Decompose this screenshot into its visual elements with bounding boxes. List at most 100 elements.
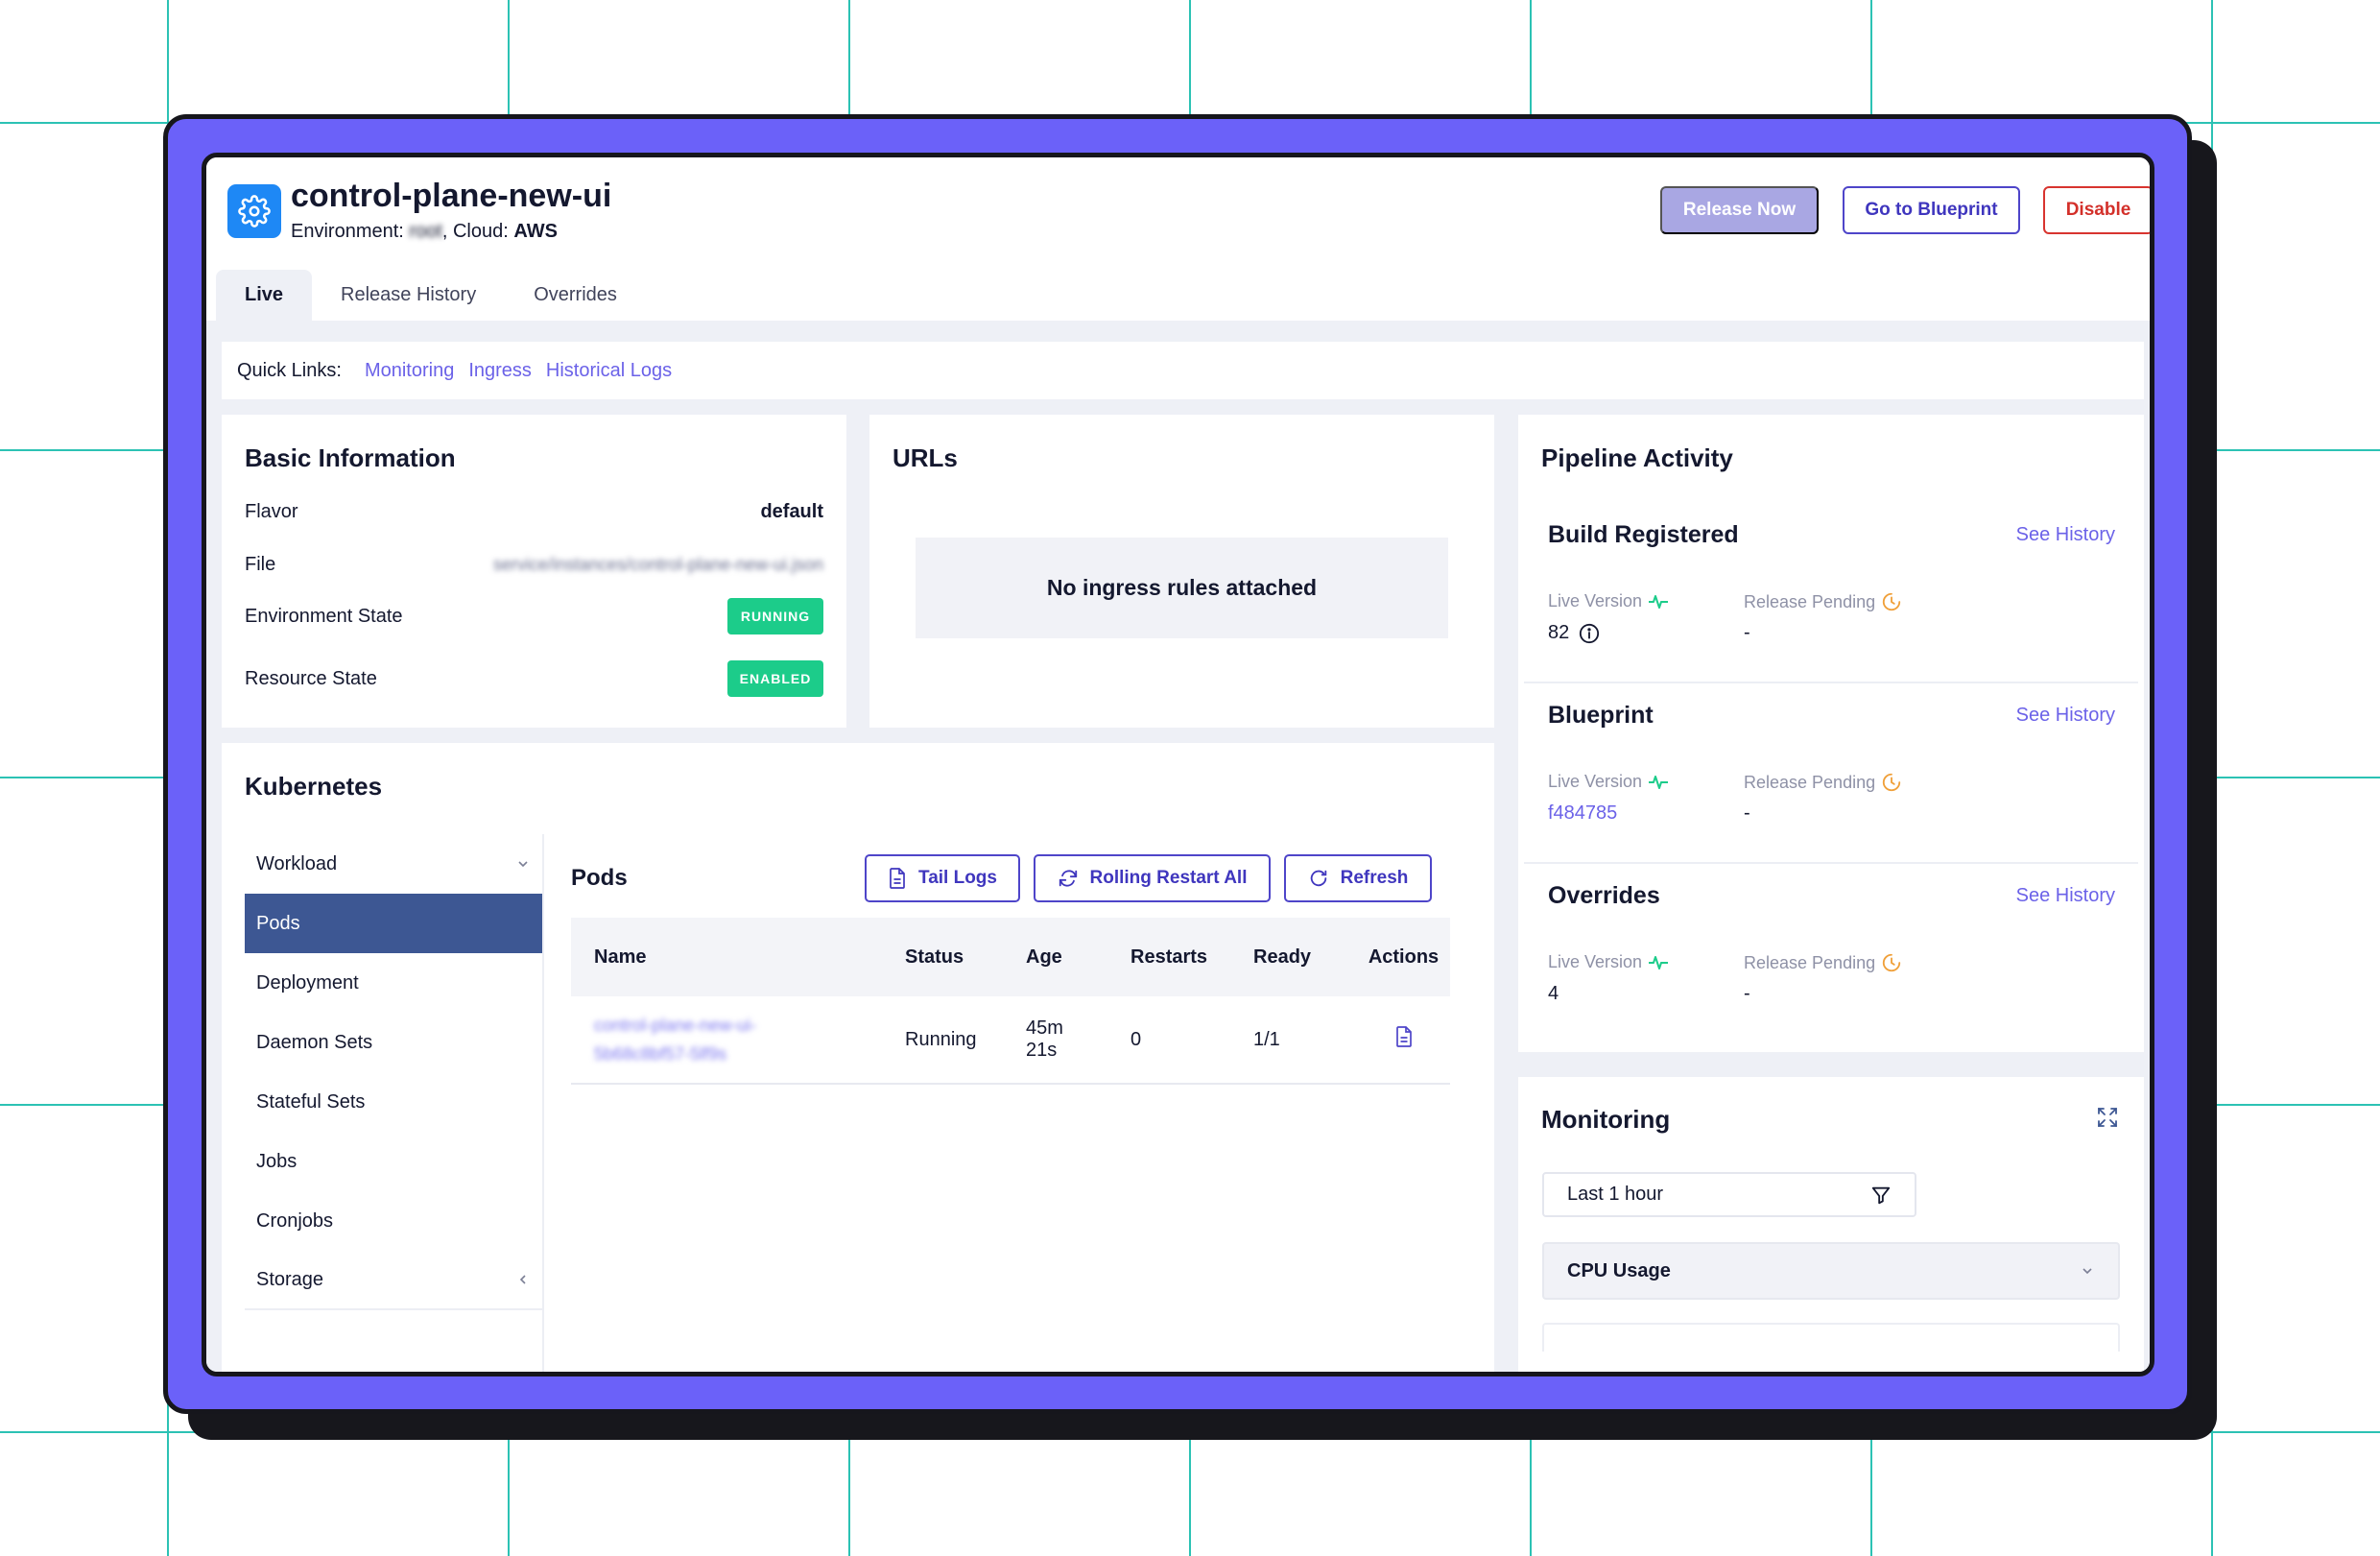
quick-link-ingress[interactable]: Ingress [468, 360, 532, 382]
cloud-value: AWS [513, 221, 558, 242]
table-row: control-plane-new-ui- 5b68c8bf57-5lf9s R… [571, 996, 1450, 1085]
info-label: File [245, 554, 276, 575]
metric-value: CPU Usage [1567, 1259, 1671, 1281]
info-row-resource-state: Resource State ENABLED [245, 660, 823, 697]
nav-item-daemon-sets[interactable]: Daemon Sets [245, 1013, 542, 1072]
nav-item-deployment[interactable]: Deployment [245, 953, 542, 1013]
refresh-icon [1059, 870, 1077, 887]
nav-item-jobs[interactable]: Jobs [245, 1132, 542, 1191]
cloud-label: , Cloud: [441, 221, 509, 242]
nav-item-workload[interactable]: Workload [245, 834, 542, 894]
file-icon[interactable] [1394, 1026, 1414, 1047]
app-frame: control-plane-new-ui Environment: root, … [163, 114, 2192, 1414]
column-header-ready: Ready [1253, 946, 1312, 968]
urls-title: URLs [892, 443, 958, 472]
live-version-label: Live Version [1548, 591, 1669, 611]
header: control-plane-new-ui Environment: root, … [206, 157, 2150, 321]
tail-logs-label: Tail Logs [918, 868, 997, 888]
info-row-environment-state: Environment State RUNNING [245, 598, 823, 634]
tab-live[interactable]: Live [216, 270, 313, 321]
pods-table: Name Status Age Restarts Ready Actions c… [571, 918, 1450, 1085]
environment-value: root [409, 221, 442, 242]
nav-item-pods[interactable]: Pods [245, 894, 542, 953]
nav-item-storage[interactable]: Storage [245, 1251, 542, 1310]
chart-panel [1542, 1323, 2120, 1352]
tab-overrides[interactable]: Overrides [505, 270, 646, 321]
gear-icon [238, 195, 271, 227]
chevron-left-icon [519, 1275, 526, 1284]
chevron-down-icon [2082, 1268, 2092, 1275]
status-badge: RUNNING [727, 598, 823, 634]
live-version-number: 82 [1548, 622, 1570, 643]
nav-item-cronjobs[interactable]: Cronjobs [245, 1191, 542, 1251]
release-pending-text: Release Pending [1744, 591, 1876, 611]
pulse-icon [1649, 775, 1669, 789]
pipeline-section-overrides: Overrides See History Live Version Relea… [1524, 864, 2138, 1042]
pulse-icon [1649, 955, 1669, 970]
live-version-link[interactable]: f484785 [1548, 802, 1617, 825]
environment-label: Environment: [291, 221, 404, 242]
disable-button[interactable]: Disable [2043, 186, 2150, 234]
pod-actions-cell [1357, 1026, 1450, 1053]
quick-links-label: Quick Links: [237, 359, 342, 381]
column-header-name: Name [594, 946, 647, 968]
clock-icon [1882, 592, 1901, 611]
see-history-link[interactable]: See History [2016, 885, 2115, 907]
nav-item-stateful-sets[interactable]: Stateful Sets [245, 1072, 542, 1132]
release-pending-value: - [1744, 622, 1750, 643]
info-label: Environment State [245, 605, 403, 627]
release-now-button[interactable]: Release Now [1660, 186, 1819, 234]
nav-item-label: Pods [256, 912, 300, 934]
page-title: control-plane-new-ui [291, 178, 612, 214]
rolling-restart-all-button[interactable]: Rolling Restart All [1034, 854, 1271, 902]
quick-link-monitoring[interactable]: Monitoring [365, 360, 454, 382]
monitoring-card: Monitoring Last 1 hour CPU Usage [1518, 1077, 2144, 1372]
pod-status-cell: Running [905, 1028, 977, 1050]
urls-card: URLs No ingress rules attached [869, 415, 1494, 728]
tab-release-history[interactable]: Release History [312, 270, 505, 321]
expand-icon[interactable] [2096, 1106, 2119, 1129]
nav-divider [542, 834, 544, 1372]
nav-item-label: Storage [256, 1268, 324, 1290]
tail-logs-button[interactable]: Tail Logs [865, 854, 1020, 902]
section-title: Blueprint [1548, 702, 1654, 729]
content-area: Quick Links: Monitoring Ingress Historic… [206, 321, 2150, 1372]
refresh-button[interactable]: Refresh [1284, 854, 1432, 902]
app-icon [227, 184, 281, 238]
release-pending-value: - [1744, 802, 1750, 824]
pipeline-section-build-registered: Build Registered See History Live Versio… [1524, 503, 2138, 682]
chevron-down-icon [518, 861, 528, 868]
column-header-restarts: Restarts [1130, 946, 1208, 968]
release-pending-text: Release Pending [1744, 952, 1876, 972]
info-row-flavor: Flavor default [245, 501, 823, 523]
go-to-blueprint-button[interactable]: Go to Blueprint [1843, 186, 2020, 234]
column-header-status: Status [905, 946, 964, 968]
release-pending-text: Release Pending [1744, 772, 1876, 792]
column-header-age: Age [1026, 946, 1062, 968]
pipeline-activity-card: Pipeline Activity Build Registered See H… [1518, 415, 2144, 1052]
info-label: Resource State [245, 667, 377, 689]
live-version-text: Live Version [1548, 952, 1643, 971]
quick-link-historical-logs[interactable]: Historical Logs [546, 360, 672, 382]
live-version-value: 82 [1548, 622, 1600, 644]
status-badge: ENABLED [727, 660, 823, 697]
pod-name-line: control-plane-new-ui- [594, 1016, 757, 1035]
clock-icon [1882, 953, 1901, 972]
pod-name-cell[interactable]: control-plane-new-ui- 5b68c8bf57-5lf9s [571, 1011, 905, 1068]
live-version-text: Live Version [1548, 591, 1643, 610]
refresh-label: Refresh [1340, 868, 1409, 888]
nav-item-label: Cronjobs [256, 1209, 334, 1232]
kubernetes-nav: Workload Pods Deployment Daemon Sets Sta… [245, 834, 542, 1310]
nav-item-label: Daemon Sets [256, 1031, 373, 1053]
filter-icon [1871, 1186, 1891, 1204]
pod-age-line: 45m [1026, 1017, 1063, 1039]
see-history-link[interactable]: See History [2016, 705, 2115, 727]
section-title: Build Registered [1548, 521, 1739, 548]
nav-item-label: Workload [256, 852, 338, 874]
see-history-link[interactable]: See History [2016, 524, 2115, 546]
info-icon[interactable] [1579, 623, 1600, 644]
info-value: service/instances/control-plane-new-ui.j… [492, 555, 823, 574]
metric-select[interactable]: CPU Usage [1542, 1242, 2120, 1300]
time-range-value: Last 1 hour [1567, 1184, 1664, 1205]
time-range-select[interactable]: Last 1 hour [1542, 1172, 1916, 1217]
